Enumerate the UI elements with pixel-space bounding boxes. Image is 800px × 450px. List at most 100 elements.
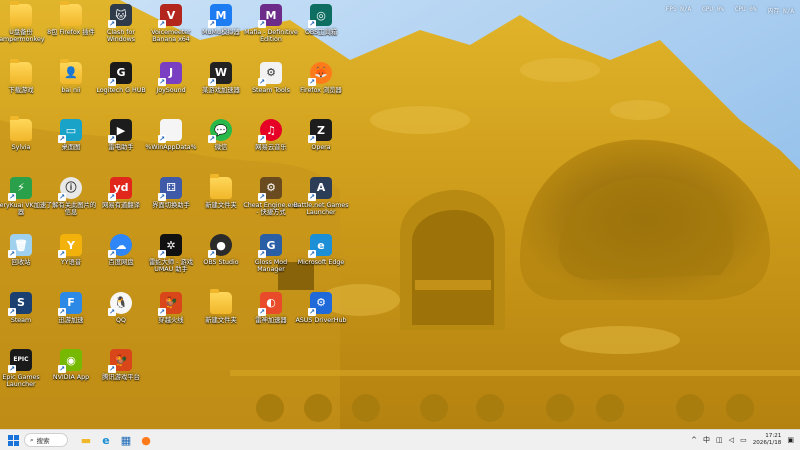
desktop-icon[interactable]: 8包 Firefox 插件 [46,1,96,62]
desktop-icon-label: YY语音 [60,259,82,266]
desktop-icon[interactable]: ☁百度网盘 [96,234,146,292]
logitech-g-icon: G [108,61,132,86]
desktop-icon-label: 桌面图 [61,144,81,151]
desktop-icon-label: Logitech G HUB [96,86,146,94]
desktop-icon-label: 百度网盘 [108,259,134,266]
notification-icon[interactable]: ▣ [787,436,794,444]
desktop-icon[interactable]: ✲雷蛇大师 - 游戏 UMAU 助手 [146,234,196,292]
desktop-icon-label: bai nii [61,86,81,94]
game-accelerator-icon: W [208,61,232,86]
asus-gear-icon: ⚙ [308,291,332,316]
firefox-icon: ● [141,433,151,447]
taskbar-pinned-edge-button[interactable]: e [99,433,113,447]
edge-icon: e [308,234,332,258]
lightning-app-icon: ◐ [258,291,282,316]
battery-icon[interactable]: ▭ [740,436,747,444]
desktop-icon[interactable]: Sylvia [0,116,46,177]
leidian-icon: ▶ [108,119,132,143]
desktop-icon[interactable]: 🦊Firefox 浏览器 [296,61,346,120]
desktop-icon[interactable]: YYY语音 [46,234,96,292]
taskbar-search-box[interactable]: ⌕ 搜索 [24,433,68,447]
desktop-icon[interactable]: MMafia - Definitive Edition [244,4,298,62]
desktop-icon[interactable]: %WinAppData% [145,119,197,177]
folder-icon [10,58,32,84]
desktop-icon[interactable]: 新建文件夹 [196,288,246,350]
desktop-icon-label: 下载游戏 [8,86,34,94]
desktop-icon[interactable]: 新建文件夹 [196,173,246,235]
desktop-icon[interactable]: 👤 bai nii [46,58,96,120]
folder-icon [210,288,232,314]
start-button[interactable] [6,433,20,447]
taskbar-pinned-firefox-button[interactable]: ● [139,433,153,447]
volume-icon[interactable]: ◁ [729,436,734,444]
desktop-icon[interactable]: 🐧QQ [96,291,146,350]
search-icon: ⌕ [30,435,34,444]
desktop-icon[interactable]: F迅游加速 [46,291,96,350]
desktop-icon[interactable]: 下载游戏 [0,58,46,120]
desktop-icon[interactable]: W某游戏加速器 [196,61,246,120]
mafia-game-icon: M [258,4,282,28]
clash-cat-icon: 🐱 [108,4,132,28]
youdao-icon: yd [108,176,132,201]
desktop-icon[interactable]: ⓘ了解有关此图片的 信息 [46,176,96,235]
desktop-icon[interactable]: ▶雷电助手 [96,119,146,177]
qq-icon: 🐧 [108,291,132,316]
z-app-icon: Z [308,119,332,143]
tray-overflow-chevron-icon[interactable]: ^ [691,436,697,444]
desktop-icon[interactable]: ⚙ASUS DriverHub [295,291,347,350]
desktop-icon[interactable]: ⚃界面切换助手 [146,176,196,235]
fps-readout: FPS N/A [665,6,692,13]
info-icon: ⓘ [58,176,82,201]
desktop-icon-label: 迅游加速 [58,316,84,324]
desktop-icon[interactable]: 🐓腾讯游戏平台 [96,349,146,407]
desktop-icon-label: Voicemeeter Banana x64 [151,29,191,44]
desktop-icon[interactable]: VVoicemeeter Banana x64 [146,4,196,62]
desktop-icon[interactable]: ◉NVIDIA App [46,349,96,407]
desktop-icon[interactable]: ⚙Steam Tools [246,61,296,120]
desktop-icon-label: Microsoft Edge [297,259,345,266]
desktop-icon[interactable]: ◐雷神加速器 [246,291,296,350]
nvidia-icon: ◉ [58,349,82,373]
desktop-icon[interactable]: SSteam [0,291,46,350]
desktop-icon[interactable]: ▭桌面图 [46,119,96,177]
desktop-icon[interactable]: JJoySound [146,61,196,120]
network-icon[interactable]: ◫ [716,436,723,444]
desktop-icon[interactable]: ⚙Cheat Engine.exe - 快捷方式 [243,176,299,235]
taskbar-clock[interactable]: 17:21 2026/1/18 [753,433,782,446]
desktop-icon[interactable]: ⚡VeryKuai VK加速 器 [0,176,46,235]
desktop-icon[interactable]: U盘备份 lampermonkey [0,1,46,62]
desktop-icon[interactable]: ●OBS Studio [196,234,246,292]
desktop-icon[interactable]: eMicrosoft Edge [296,234,346,292]
switch-helper-icon: ⚃ [158,176,182,201]
desktop-icon[interactable]: ♫网易云音乐 [246,119,296,177]
desktop-icon-label: Battle.net Games Launcher [293,201,349,216]
taskbar-pinned-file-explorer-button[interactable]: ▬ [79,433,93,447]
desktop-icon[interactable]: ◎OBS工具箱 [296,4,346,62]
desktop-icon[interactable]: 🐱Clash for Windows [96,4,146,62]
desktop-icon-label: Sylvia [11,144,31,151]
desktop-icon[interactable]: 💬微信 [196,119,246,177]
clock-time: 17:21 [765,433,782,440]
epic-games-icon: EPIC [8,349,32,373]
desktop-icon[interactable]: 🐓穿越火线 [146,291,196,350]
desktop-icon[interactable]: EPICEpic Games Launcher [0,349,46,407]
desktop-icon[interactable]: yd网易有道翻译 [96,176,146,235]
desktop-icon-label: QQ [116,316,126,324]
desktop-icon[interactable]: GGloss Mod Manager [246,234,296,292]
desktop-icon[interactable]: ZOpera [296,119,346,177]
desktop-icon[interactable]: MMuMu模拟器 [196,4,246,62]
desktop-icon[interactable]: ABattle.net Games Launcher [293,176,349,235]
folder-icon [10,1,32,26]
taskbar-pinned-store-button[interactable]: ▦ [119,433,133,447]
folder-icon [210,173,232,199]
desktop-icon-label: U盘备份 lampermonkey [0,29,45,44]
clock-date: 2026/1/18 [752,440,782,446]
desktop-icon[interactable]: GLogitech G HUB [96,61,146,120]
yy-icon: Y [58,234,82,258]
gloss-mod-icon: G [258,234,282,258]
desktop-icon[interactable]: 🗑回收站 [0,234,46,292]
netease-music-icon: ♫ [258,119,282,143]
desktop-icon-label: 微信 [214,144,228,151]
desktop-icon-label: 界面切换助手 [152,201,190,209]
ime-indicator[interactable]: 中 [703,435,710,445]
